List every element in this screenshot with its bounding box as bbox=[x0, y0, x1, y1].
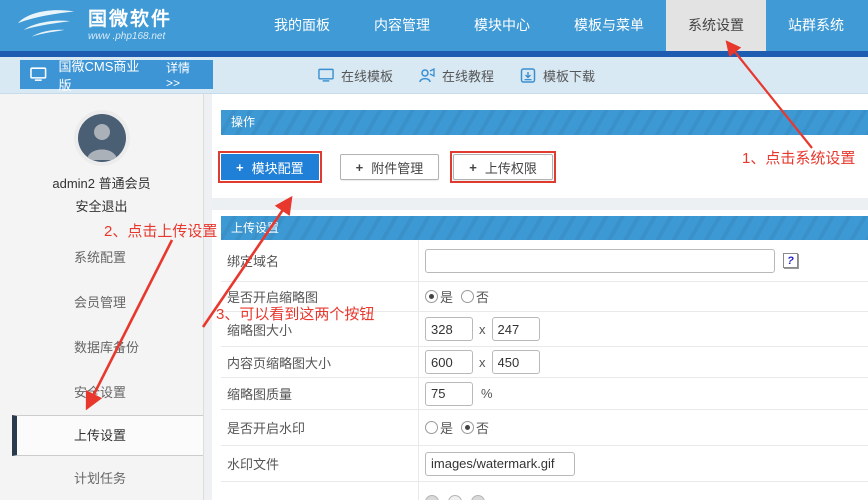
radio-label-no[interactable]: 否 bbox=[476, 418, 489, 437]
help-icon[interactable]: ? bbox=[783, 253, 798, 268]
user-avatar[interactable] bbox=[77, 114, 126, 162]
nav-item-sitegroup[interactable]: 站群系统 bbox=[766, 0, 866, 51]
logo[interactable]: 国微软件 www .php168.net bbox=[0, 0, 252, 51]
nav-item-templates[interactable]: 模板与菜单 bbox=[552, 0, 666, 51]
monitor-icon bbox=[318, 68, 334, 82]
thumbnail-height-input[interactable] bbox=[491, 317, 540, 341]
button-label: 上传权限 bbox=[484, 160, 537, 176]
upload-settings-header: 上传设置 bbox=[221, 216, 868, 240]
plus-icon: + bbox=[236, 159, 244, 175]
thumbnail-yes-radio[interactable] bbox=[425, 290, 438, 303]
content-area: 操作 + 模块配置 + 附件管理 + 上传权限 上传设置 绑定域名 ? 是否开启… bbox=[204, 94, 868, 500]
highlight-box-upload-permission: + 上传权限 bbox=[450, 151, 556, 183]
nav-menu: 我的面板 内容管理 模块中心 模板与菜单 系统设置 站群系统 bbox=[252, 0, 868, 51]
user-name: admin2 普通会员 bbox=[52, 176, 151, 191]
thumbnail-width-input[interactable] bbox=[425, 317, 473, 341]
admin-app: 国微软件 www .php168.net 我的面板 内容管理 模块中心 模板与菜… bbox=[0, 0, 868, 500]
sidebar-menu: 系统配置 会员管理 数据库备份 安全设置 上传设置 计划任务 bbox=[0, 235, 203, 500]
field-label: 水印文件 bbox=[221, 446, 419, 481]
field-label: 内容页缩略图大小 bbox=[221, 347, 419, 377]
button-label: 模块配置 bbox=[251, 160, 304, 176]
content-thumb-width-input[interactable] bbox=[425, 350, 473, 374]
nav-item-dashboard[interactable]: 我的面板 bbox=[252, 0, 352, 51]
position-radio[interactable] bbox=[471, 494, 485, 500]
main-layout: admin2 普通会员 安全退出 系统配置 会员管理 数据库备份 安全设置 上传… bbox=[0, 94, 868, 500]
radio-label-yes[interactable]: 是 bbox=[440, 287, 453, 306]
logo-title: 国微软件 bbox=[88, 8, 173, 30]
form-row-watermark-file: 水印文件 bbox=[221, 446, 868, 482]
field-label bbox=[221, 482, 419, 500]
section-divider bbox=[212, 198, 868, 210]
sub-link-label: 在线模板 bbox=[341, 68, 394, 84]
product-label: 国微CMS商业版 bbox=[58, 58, 140, 93]
sub-link-template-download[interactable]: 模板下载 bbox=[520, 66, 595, 85]
upload-settings-section: 上传设置 绑定域名 ? 是否开启缩略图 是 否 缩略图大小 328 x 247 … bbox=[221, 216, 868, 500]
top-navbar: 国微软件 www .php168.net 我的面板 内容管理 模块中心 模板与菜… bbox=[0, 0, 868, 51]
watermark-no-radio[interactable] bbox=[461, 421, 475, 434]
size-separator: x bbox=[479, 354, 486, 370]
nav-item-system-settings[interactable]: 系统设置 bbox=[666, 0, 766, 51]
logout-link[interactable]: 安全退出 bbox=[0, 196, 203, 215]
sub-link-online-tutorial[interactable]: 在线教程 bbox=[419, 66, 494, 85]
sidebar-item-scheduled-tasks[interactable]: 计划任务 bbox=[0, 456, 203, 500]
position-radio[interactable] bbox=[448, 494, 462, 500]
plus-icon: + bbox=[469, 159, 477, 175]
form-row-thumbnail-quality: 缩略图质量 % bbox=[221, 378, 868, 410]
watermark-file-input[interactable] bbox=[425, 451, 575, 476]
nav-item-modules[interactable]: 模块中心 bbox=[452, 0, 552, 51]
monitor-icon bbox=[30, 67, 47, 81]
logo-text: 国微软件 www .php168.net bbox=[88, 9, 172, 43]
percent-suffix: % bbox=[481, 386, 493, 401]
sidebar-item-upload-settings[interactable]: 上传设置 bbox=[12, 415, 203, 456]
radio-label-no[interactable]: 否 bbox=[476, 287, 489, 306]
form-row-content-thumbnail-size: 内容页缩略图大小 x bbox=[221, 347, 868, 378]
button-label: 附件管理 bbox=[371, 160, 424, 176]
product-version-badge[interactable]: 国微CMS商业版 详情>> bbox=[20, 59, 213, 93]
content-thumb-height-input[interactable] bbox=[491, 350, 540, 374]
sub-link-label: 在线教程 bbox=[442, 68, 495, 84]
size-separator: x bbox=[479, 321, 486, 337]
field-label: 是否开启水印 bbox=[221, 410, 419, 445]
tutorial-icon bbox=[419, 67, 435, 82]
radio-label-yes[interactable]: 是 bbox=[440, 418, 453, 437]
attachment-manage-button[interactable]: + 附件管理 bbox=[339, 154, 440, 180]
wave-logo-icon bbox=[17, 9, 75, 37]
sidebar-item-db-backup[interactable]: 数据库备份 bbox=[0, 325, 203, 370]
field-label: 缩略图大小 bbox=[221, 312, 419, 346]
module-config-button[interactable]: + 模块配置 bbox=[221, 154, 319, 180]
form-row-thumbnail-enable: 是否开启缩略图 是 否 bbox=[221, 282, 868, 312]
field-label: 是否开启缩略图 bbox=[221, 282, 419, 311]
bind-domain-input[interactable] bbox=[425, 248, 775, 273]
sidebar: admin2 普通会员 安全退出 系统配置 会员管理 数据库备份 安全设置 上传… bbox=[0, 94, 204, 500]
thumbnail-no-radio[interactable] bbox=[461, 290, 475, 303]
field-label: 绑定域名 bbox=[221, 240, 419, 281]
plus-icon: + bbox=[355, 159, 364, 175]
sidebar-item-system-config[interactable]: 系统配置 bbox=[0, 235, 203, 280]
upload-permission-button[interactable]: + 上传权限 bbox=[453, 154, 553, 180]
logo-subtitle: www .php168.net bbox=[88, 30, 166, 42]
nav-item-content[interactable]: 内容管理 bbox=[352, 0, 452, 51]
sidebar-item-security[interactable]: 安全设置 bbox=[0, 370, 203, 415]
field-label: 缩略图质量 bbox=[221, 378, 419, 409]
position-radio[interactable] bbox=[425, 494, 439, 500]
sub-link-label: 模板下载 bbox=[543, 68, 596, 84]
download-icon bbox=[520, 67, 536, 83]
form-row-thumbnail-size: 缩略图大小 x bbox=[221, 312, 868, 347]
thumbnail-quality-input[interactable] bbox=[425, 381, 473, 406]
operations-header: 操作 bbox=[221, 110, 868, 135]
form-row-watermark-position bbox=[221, 482, 868, 500]
person-icon bbox=[86, 124, 117, 160]
highlight-box-module-config: + 模块配置 bbox=[218, 151, 322, 183]
watermark-yes-radio[interactable] bbox=[425, 421, 438, 434]
form-row-watermark-enable: 是否开启水印 是 否 bbox=[221, 410, 868, 446]
sub-toolbar: 国微CMS商业版 详情>> 在线模板 在线教程 模板下载 bbox=[0, 57, 868, 94]
sidebar-item-members[interactable]: 会员管理 bbox=[0, 280, 203, 325]
product-detail-link[interactable]: 详情>> bbox=[166, 59, 203, 90]
sub-links: 在线模板 在线教程 模板下载 bbox=[318, 57, 621, 93]
operations-buttons: + 模块配置 + 附件管理 + 上传权限 bbox=[218, 151, 868, 183]
sub-link-online-templates[interactable]: 在线模板 bbox=[318, 66, 393, 85]
form-row-bind-domain: 绑定域名 ? bbox=[221, 240, 868, 282]
